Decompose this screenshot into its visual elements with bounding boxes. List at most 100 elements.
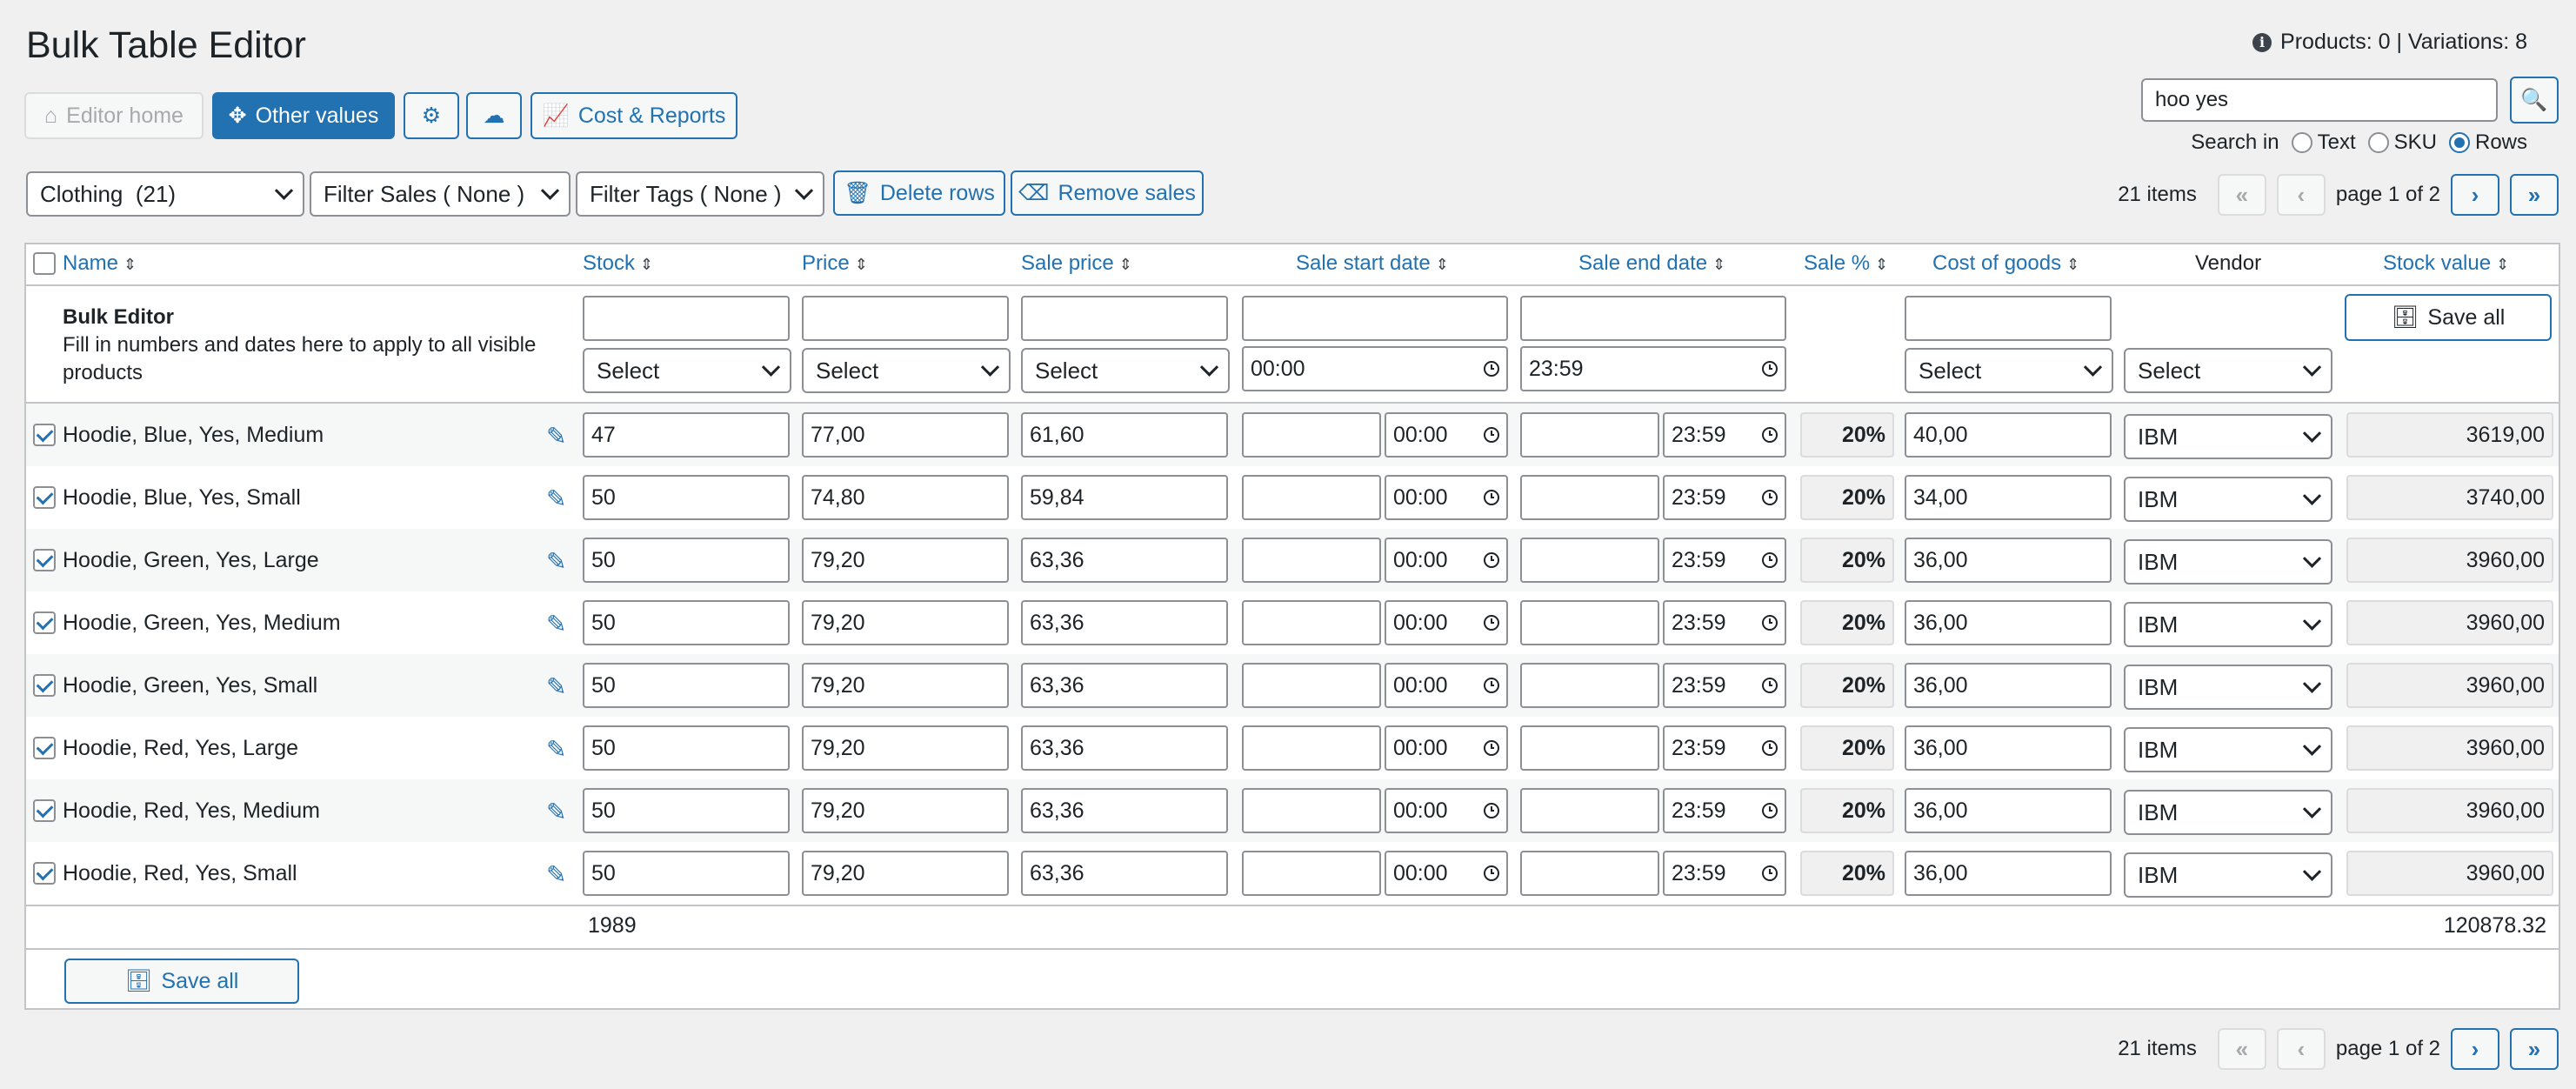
sale-end-date-input[interactable] xyxy=(1520,725,1659,771)
sale-start-time-input[interactable]: 00:00 xyxy=(1385,725,1508,771)
search-input[interactable] xyxy=(2141,78,2498,122)
sale-start-date-input[interactable] xyxy=(1242,663,1381,708)
sale-start-time-input[interactable]: 00:00 xyxy=(1385,663,1508,708)
bulk-sale-end-input[interactable] xyxy=(1520,296,1786,341)
sale-price-input[interactable]: 63,36 xyxy=(1021,725,1228,771)
sale-end-date-input[interactable] xyxy=(1520,788,1659,833)
sale-end-time-input[interactable]: 23:59 xyxy=(1663,538,1786,583)
stock-input[interactable]: 47 xyxy=(583,412,790,458)
vendor-select[interactable]: IBM xyxy=(2124,477,2332,522)
edit-icon[interactable]: ✎ xyxy=(546,487,571,511)
tags-filter-select[interactable]: Filter Tags ( None ) xyxy=(576,171,824,217)
row-checkbox[interactable] xyxy=(33,799,56,822)
row-checkbox[interactable] xyxy=(33,674,56,697)
sale-start-date-input[interactable] xyxy=(1242,788,1381,833)
stock-input[interactable]: 50 xyxy=(583,851,790,896)
sale-price-input[interactable]: 63,36 xyxy=(1021,538,1228,583)
edit-icon[interactable]: ✎ xyxy=(546,863,571,887)
remove-sales-button[interactable]: ⌫ Remove sales xyxy=(1011,170,1204,216)
prev-page-button[interactable]: ‹ xyxy=(2276,174,2326,216)
col-sale-price[interactable]: Sale price ⇕ xyxy=(1021,251,1132,276)
delete-rows-button[interactable]: 🗑 Delete rows xyxy=(833,170,1005,216)
sale-end-time-input[interactable]: 23:59 xyxy=(1663,788,1786,833)
sale-end-time-input[interactable]: 23:59 xyxy=(1663,475,1786,520)
edit-icon[interactable]: ✎ xyxy=(546,424,571,449)
row-checkbox[interactable] xyxy=(33,486,56,509)
sale-start-date-input[interactable] xyxy=(1242,538,1381,583)
sale-price-input[interactable]: 63,36 xyxy=(1021,600,1228,645)
vendor-select[interactable]: IBM xyxy=(2124,602,2332,647)
sale-end-time-input[interactable]: 23:59 xyxy=(1663,600,1786,645)
price-input[interactable]: 79,20 xyxy=(802,600,1009,645)
sale-price-input[interactable]: 63,36 xyxy=(1021,788,1228,833)
sale-end-date-input[interactable] xyxy=(1520,600,1659,645)
price-input[interactable]: 77,00 xyxy=(802,412,1009,458)
sale-price-input[interactable]: 63,36 xyxy=(1021,663,1228,708)
sale-start-time-input[interactable]: 00:00 xyxy=(1385,851,1508,896)
row-checkbox[interactable] xyxy=(33,549,56,571)
sale-end-date-input[interactable] xyxy=(1520,412,1659,458)
first-page-button[interactable]: « xyxy=(2217,174,2266,216)
col-sale-pct[interactable]: Sale % ⇕ xyxy=(1804,251,1888,276)
sale-start-date-input[interactable] xyxy=(1242,600,1381,645)
vendor-select[interactable]: IBM xyxy=(2124,852,2332,898)
cost-input[interactable]: 36,00 xyxy=(1905,725,2112,771)
col-sale-start[interactable]: Sale start date ⇕ xyxy=(1296,251,1449,276)
bulk-save-all-button[interactable]: 🗄 Save all xyxy=(2345,294,2552,341)
edit-icon[interactable]: ✎ xyxy=(546,612,571,637)
bulk-vendor-select[interactable]: Select xyxy=(2124,348,2332,393)
row-checkbox[interactable] xyxy=(33,737,56,759)
radio-text[interactable]: Text xyxy=(2291,130,2356,155)
stock-input[interactable]: 50 xyxy=(583,538,790,583)
col-cost[interactable]: Cost of goods ⇕ xyxy=(1932,251,2079,276)
sale-start-time-input[interactable]: 00:00 xyxy=(1385,600,1508,645)
sale-start-time-input[interactable]: 00:00 xyxy=(1385,788,1508,833)
sale-start-time-input[interactable]: 00:00 xyxy=(1385,475,1508,520)
stock-input[interactable]: 50 xyxy=(583,600,790,645)
sale-end-time-input[interactable]: 23:59 xyxy=(1663,412,1786,458)
sale-start-date-input[interactable] xyxy=(1242,725,1381,771)
sale-start-date-input[interactable] xyxy=(1242,851,1381,896)
first-page-button[interactable]: « xyxy=(2217,1028,2266,1070)
cost-input[interactable]: 36,00 xyxy=(1905,600,2112,645)
row-checkbox[interactable] xyxy=(33,862,56,885)
sale-start-time-input[interactable]: 00:00 xyxy=(1385,538,1508,583)
bulk-stock-input[interactable] xyxy=(583,296,790,341)
col-stock-value[interactable]: Stock value ⇕ xyxy=(2383,251,2509,276)
bulk-stock-select[interactable]: Select xyxy=(583,348,791,393)
edit-icon[interactable]: ✎ xyxy=(546,738,571,762)
editor-home-button[interactable]: ⌂ Editor home xyxy=(24,92,204,139)
bulk-start-time-input[interactable]: 00:00 xyxy=(1242,346,1508,391)
row-checkbox[interactable] xyxy=(33,611,56,634)
sale-price-input[interactable]: 59,84 xyxy=(1021,475,1228,520)
vendor-select[interactable]: IBM xyxy=(2124,539,2332,585)
bulk-sale-price-select[interactable]: Select xyxy=(1021,348,1230,393)
bulk-price-input[interactable] xyxy=(802,296,1009,341)
vendor-select[interactable]: IBM xyxy=(2124,414,2332,459)
select-all-checkbox[interactable] xyxy=(33,252,56,275)
next-page-button[interactable]: › xyxy=(2451,174,2499,216)
price-input[interactable]: 74,80 xyxy=(802,475,1009,520)
edit-icon[interactable]: ✎ xyxy=(546,550,571,574)
sale-start-date-input[interactable] xyxy=(1242,412,1381,458)
sale-end-date-input[interactable] xyxy=(1520,475,1659,520)
price-input[interactable]: 79,20 xyxy=(802,851,1009,896)
bulk-sale-start-input[interactable] xyxy=(1242,296,1508,341)
col-sale-end[interactable]: Sale end date ⇕ xyxy=(1578,251,1725,276)
cost-input[interactable]: 36,00 xyxy=(1905,851,2112,896)
last-page-button[interactable]: » xyxy=(2510,1028,2559,1070)
radio-rows[interactable]: Rows xyxy=(2448,130,2527,155)
cost-input[interactable]: 40,00 xyxy=(1905,412,2112,458)
stock-input[interactable]: 50 xyxy=(583,788,790,833)
category-filter-select[interactable]: Clothing (21) xyxy=(26,171,304,217)
sale-end-date-input[interactable] xyxy=(1520,538,1659,583)
cloud-download-button[interactable]: ☁ xyxy=(466,92,522,139)
sale-end-date-input[interactable] xyxy=(1520,851,1659,896)
sale-start-date-input[interactable] xyxy=(1242,475,1381,520)
bulk-cost-input[interactable] xyxy=(1905,296,2112,341)
sales-filter-select[interactable]: Filter Sales ( None ) xyxy=(310,171,571,217)
vendor-select[interactable]: IBM xyxy=(2124,665,2332,710)
bulk-price-select[interactable]: Select xyxy=(802,348,1011,393)
cost-input[interactable]: 36,00 xyxy=(1905,788,2112,833)
last-page-button[interactable]: » xyxy=(2510,174,2559,216)
